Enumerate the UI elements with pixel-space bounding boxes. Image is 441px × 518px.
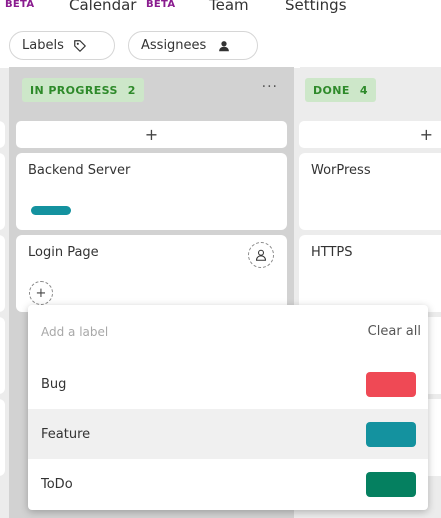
card-https[interactable]: HTTPS: [299, 235, 441, 312]
add-card-button[interactable]: +: [299, 121, 441, 148]
card-title: WorPress: [311, 163, 371, 178]
column-title: IN PROGRESS: [30, 83, 118, 97]
card-login-page[interactable]: Login Page +: [16, 235, 287, 312]
beta-badge: BETA: [5, 0, 35, 10]
label-option-name: Feature: [41, 426, 91, 442]
column-title: DONE: [313, 83, 350, 97]
top-nav: BETA Calendar BETA Team Settings: [0, 0, 441, 20]
card-stub: [0, 121, 5, 148]
labels-filter-label: Labels: [22, 38, 64, 53]
label-option-bug[interactable]: Bug: [28, 359, 428, 409]
label-search-input[interactable]: [41, 320, 321, 344]
filter-bar: Labels Assignees: [0, 20, 441, 68]
card-wordpress[interactable]: WorPress: [299, 153, 441, 230]
tag-icon: [73, 39, 86, 52]
label-option-name: Bug: [41, 376, 67, 392]
label-search-row: Clear all: [28, 305, 428, 359]
column-header-badge: DONE 4: [305, 78, 376, 102]
card-title: HTTPS: [311, 245, 353, 260]
beta-badge: BETA: [146, 0, 176, 10]
label-option-feature[interactable]: Feature: [28, 409, 428, 459]
column-count: 2: [127, 83, 136, 97]
label-option-name: ToDo: [41, 476, 73, 492]
column-menu-button[interactable]: ···: [262, 79, 278, 95]
add-assignee-button[interactable]: [248, 242, 274, 268]
card-stub: [0, 399, 5, 476]
column-header-badge: IN PROGRESS 2: [22, 78, 144, 102]
label-color-swatch: [366, 421, 416, 447]
column-stub: [0, 67, 5, 518]
card-title: Login Page: [28, 245, 99, 260]
label-pill-feature: [31, 206, 71, 215]
clear-all-button[interactable]: Clear all: [368, 324, 421, 339]
label-option-todo[interactable]: ToDo: [28, 459, 428, 509]
card-title: Backend Server: [28, 163, 131, 178]
card-stub: [0, 235, 5, 312]
nav-team[interactable]: Team: [209, 0, 249, 14]
nav-settings[interactable]: Settings: [285, 0, 347, 14]
card-stub: [0, 153, 5, 230]
label-color-swatch: [366, 371, 416, 397]
add-label-button[interactable]: +: [29, 281, 53, 305]
assignees-filter-label: Assignees: [141, 38, 207, 53]
nav-calendar[interactable]: Calendar: [69, 0, 136, 14]
add-card-button[interactable]: +: [16, 121, 287, 148]
person-icon: [219, 40, 230, 51]
card-stub: [0, 317, 5, 394]
assignees-filter-button[interactable]: Assignees: [128, 31, 258, 60]
label-color-swatch: [366, 471, 416, 497]
labels-filter-button[interactable]: Labels: [9, 31, 115, 60]
person-icon: [255, 249, 267, 261]
card-backend-server[interactable]: Backend Server: [16, 153, 287, 230]
label-dropdown: Clear all Bug Feature ToDo: [28, 305, 428, 510]
column-count: 4: [359, 83, 368, 97]
